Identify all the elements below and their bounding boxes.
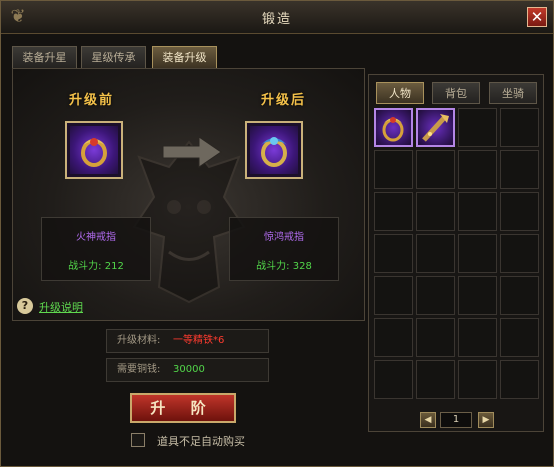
tab-backpack[interactable]: 背包 — [432, 82, 480, 104]
staff-icon — [422, 114, 449, 142]
ring-icon — [382, 117, 404, 142]
materials-label: 升级材料: — [117, 335, 161, 346]
upgrade-panel: 升级前 升级后 火神戒指 战斗力: 212 惊鸿戒指 战斗力: 328 ? 升级… — [12, 68, 365, 321]
inventory-slot[interactable] — [374, 192, 413, 231]
question-icon: ? — [17, 298, 33, 314]
chevron-left-icon: ◀ — [424, 415, 432, 425]
after-label: 升级后 — [261, 93, 307, 108]
auto-buy-checkbox[interactable] — [131, 433, 145, 447]
inventory-slot[interactable] — [500, 276, 539, 315]
inventory-slot[interactable] — [374, 318, 413, 357]
inventory-slot[interactable] — [458, 192, 497, 231]
inventory-slot[interactable] — [374, 276, 413, 315]
after-item-power: 战斗力: 328 — [256, 261, 312, 272]
before-item-name: 火神戒指 — [76, 232, 116, 243]
materials-value: 一等精铁*6 — [173, 335, 225, 346]
inventory-slot[interactable] — [500, 360, 539, 399]
cost-field: 需要铜钱: 30000 — [106, 358, 269, 382]
inventory-slot[interactable] — [416, 150, 455, 189]
before-item-power: 战斗力: 212 — [68, 261, 124, 272]
before-item-slot[interactable] — [65, 121, 123, 179]
inventory-slot[interactable] — [416, 318, 455, 357]
cost-label: 需要铜钱: — [117, 364, 161, 375]
tab-character[interactable]: 人物 — [376, 82, 424, 104]
before-item-info: 火神戒指 战斗力: 212 — [41, 217, 151, 281]
inventory-slot[interactable] — [458, 318, 497, 357]
close-icon: ✕ — [530, 8, 544, 26]
inventory-slot[interactable] — [458, 276, 497, 315]
title-bar: ❦ 锻造 ✕ — [1, 1, 553, 34]
inventory-slot[interactable] — [458, 234, 497, 273]
inventory-slot[interactable] — [374, 360, 413, 399]
after-item-name: 惊鸿戒指 — [264, 232, 304, 243]
tab-star-inherit[interactable]: 星级传承 — [81, 46, 146, 68]
inventory-slot[interactable] — [500, 234, 539, 273]
inventory-slot[interactable] — [416, 234, 455, 273]
cost-value: 30000 — [173, 364, 205, 375]
tab-mount[interactable]: 坐骑 — [489, 82, 537, 104]
inventory-slot[interactable] — [458, 108, 497, 147]
tab-equipment-upgrade[interactable]: 装备升级 — [152, 46, 217, 68]
materials-field: 升级材料: 一等精铁*6 — [106, 329, 269, 353]
arrow-right-icon — [162, 136, 222, 168]
inventory-slot[interactable] — [500, 150, 539, 189]
tab-equipment-star-up[interactable]: 装备升星 — [12, 46, 77, 68]
inventory-slot[interactable] — [374, 108, 413, 147]
chevron-right-icon: ▶ — [482, 415, 490, 425]
inventory-grid — [374, 108, 540, 399]
before-label: 升级前 — [69, 93, 115, 108]
inventory-slot[interactable] — [416, 108, 455, 147]
prev-page-button[interactable]: ◀ — [420, 412, 436, 428]
inventory-slot[interactable] — [500, 108, 539, 147]
auto-buy-label: 道具不足自动购买 — [157, 435, 245, 448]
close-button[interactable]: ✕ — [527, 7, 547, 27]
inventory-slot[interactable] — [416, 192, 455, 231]
inventory-slot[interactable] — [500, 318, 539, 357]
jinghong-ring-icon — [261, 137, 287, 167]
after-item-slot[interactable] — [245, 121, 303, 179]
window-title: 锻造 — [261, 12, 292, 27]
upgrade-button[interactable]: 升 阶 — [130, 393, 236, 423]
inventory-slot[interactable] — [416, 276, 455, 315]
page-number: 1 — [440, 412, 472, 428]
inventory-slot[interactable] — [458, 150, 497, 189]
after-item-info: 惊鸿戒指 战斗力: 328 — [229, 217, 339, 281]
upgrade-help-link[interactable]: 升级说明 — [39, 299, 83, 315]
inventory-slot[interactable] — [374, 150, 413, 189]
next-page-button[interactable]: ▶ — [478, 412, 494, 428]
inventory-slot[interactable] — [416, 360, 455, 399]
inventory-slot[interactable] — [500, 192, 539, 231]
inventory-slot[interactable] — [374, 234, 413, 273]
inventory-slot[interactable] — [458, 360, 497, 399]
fire-ring-icon — [81, 138, 107, 167]
